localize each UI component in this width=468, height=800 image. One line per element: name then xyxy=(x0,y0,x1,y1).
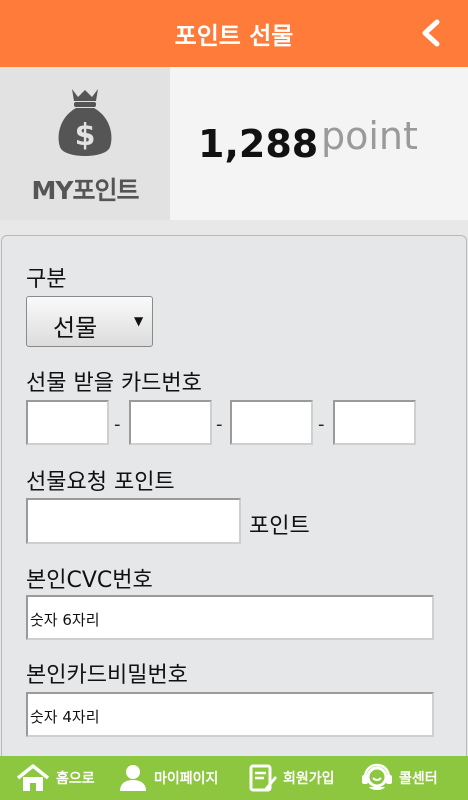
card-separator: - xyxy=(318,414,325,435)
nav-home[interactable]: 홈으로 xyxy=(16,756,95,800)
card-password-input[interactable]: 숫자 4자리 xyxy=(26,692,434,737)
nav-mypage-label: 마이페이지 xyxy=(154,771,219,787)
category-label: 구분 xyxy=(26,267,67,292)
card-separator: - xyxy=(114,414,121,435)
points-input[interactable] xyxy=(26,498,241,544)
money-bag-icon: $ xyxy=(58,89,112,156)
nav-join-label: 회원가입 xyxy=(283,771,335,787)
card-number-input-1[interactable] xyxy=(26,400,109,445)
home-icon xyxy=(16,764,50,791)
mypoint-label: MY포인트 xyxy=(31,176,140,205)
headset-icon xyxy=(362,763,392,790)
card-number-label: 선물 받을 카드번호 xyxy=(26,371,202,396)
cvc-input-text: 숫자 6자리 xyxy=(30,611,100,629)
mypoint-box: $ MY포인트 xyxy=(0,67,170,220)
card-number-input-3[interactable] xyxy=(230,400,313,445)
nav-join[interactable]: 회원가입 xyxy=(249,756,335,800)
point-unit: point xyxy=(321,114,418,158)
page-title: 포인트 선물 xyxy=(174,22,294,50)
nav-callcenter-label: 콜센터 xyxy=(399,771,438,787)
back-button[interactable] xyxy=(416,18,446,48)
bottom-nav: 홈으로 마이페이지 회원가입 콜센터 xyxy=(0,756,468,800)
category-select-value: 선물 xyxy=(53,314,98,342)
point-balance: 1,288 xyxy=(198,122,319,166)
card-number-input-2[interactable] xyxy=(129,400,212,445)
card-number-input-4[interactable] xyxy=(333,400,416,445)
points-unit-label: 포인트 xyxy=(249,514,310,539)
svg-text:$: $ xyxy=(75,118,96,153)
nav-callcenter[interactable]: 콜센터 xyxy=(361,756,438,800)
chevron-left-icon xyxy=(422,19,440,47)
point-summary: $ MY포인트 1,288 point xyxy=(0,67,468,220)
nav-mypage[interactable]: 마이페이지 xyxy=(118,756,218,800)
cvc-input[interactable]: 숫자 6자리 xyxy=(26,595,434,640)
card-password-input-text: 숫자 4자리 xyxy=(30,708,100,726)
gift-form: 구분 선물 ▼ 선물 받을 카드번호 - - - 선물요청 포인트 포인트 본인… xyxy=(1,235,467,775)
card-password-label: 본인카드비밀번호 xyxy=(26,663,188,688)
category-select[interactable]: 선물 ▼ xyxy=(26,296,153,347)
signup-form-icon xyxy=(249,764,277,792)
user-icon xyxy=(120,765,146,791)
cvc-label: 본인CVC번호 xyxy=(26,568,153,593)
card-separator: - xyxy=(216,414,223,435)
header: 포인트 선물 xyxy=(0,0,468,67)
nav-home-label: 홈으로 xyxy=(56,771,95,787)
dropdown-arrow-icon: ▼ xyxy=(134,314,144,328)
points-label: 선물요청 포인트 xyxy=(26,470,175,495)
